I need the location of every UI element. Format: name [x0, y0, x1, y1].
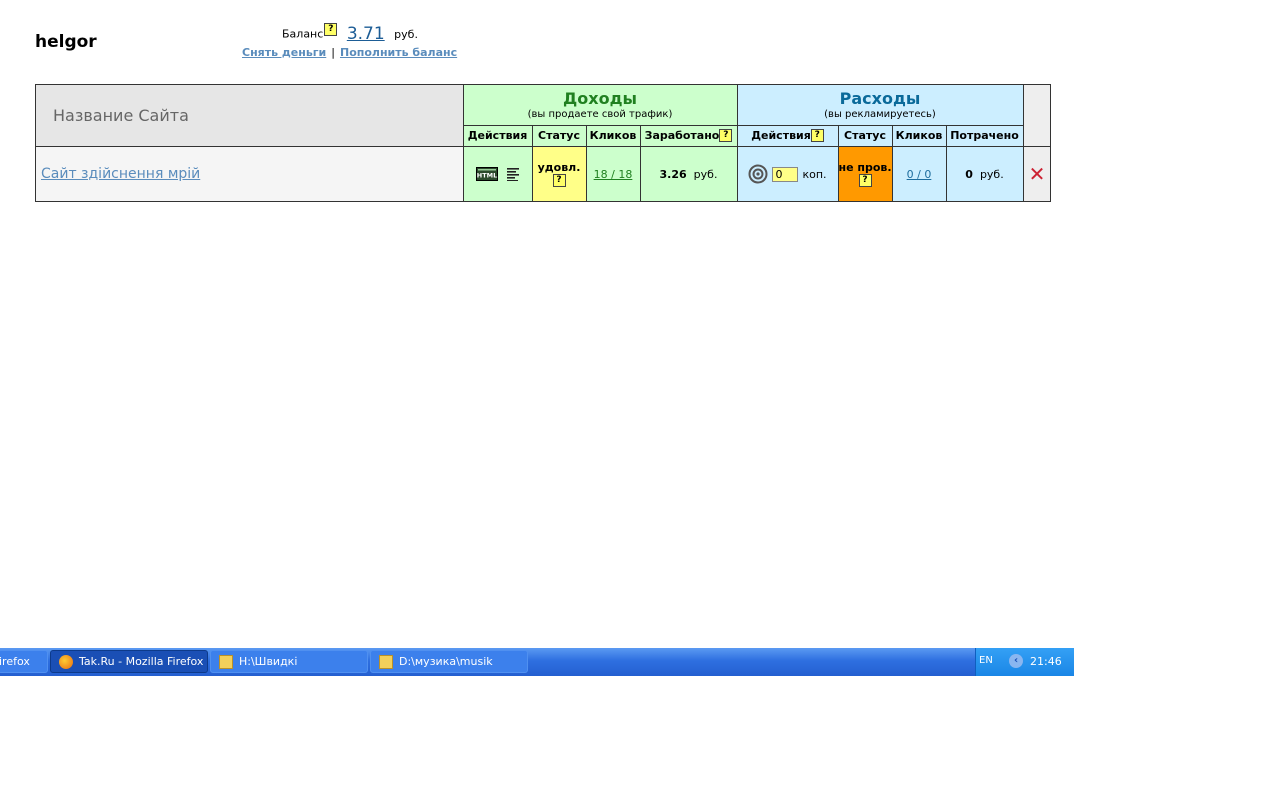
col-border — [892, 125, 893, 202]
firefox-icon — [59, 654, 73, 669]
income-title: Доходы — [563, 88, 637, 108]
name-col-border — [463, 84, 464, 202]
expense-actions-header: Действия? — [737, 125, 838, 146]
income-status-text: удовл. — [537, 161, 581, 174]
earned-header: Заработано? — [640, 125, 737, 146]
expense-title: Расходы — [839, 88, 921, 108]
site-link[interactable]: Сайт здійснення мрій — [41, 166, 200, 182]
earned-currency: руб. — [693, 167, 718, 181]
link-separator: | — [331, 46, 335, 59]
withdraw-link[interactable]: Снять деньги — [242, 46, 326, 59]
table-border-right — [1050, 84, 1051, 202]
clock: 21:46 — [1030, 655, 1062, 668]
expense-clicks-cell: 0 / 0 — [892, 146, 946, 202]
username: helgor — [35, 32, 97, 52]
table-border-top — [35, 84, 1051, 85]
cpc-input[interactable] — [772, 166, 799, 182]
income-clicks-header: Кликов — [586, 125, 640, 146]
balance-currency: руб. — [394, 27, 418, 41]
delete-icon[interactable]: ✕ — [1029, 164, 1046, 184]
income-status-cell: удовл. ? — [532, 146, 586, 202]
site-name-cell: Сайт здійснення мрій — [35, 146, 463, 202]
expense-actions-help-icon[interactable]: ? — [810, 129, 824, 142]
expense-clicks-header: Кликов — [892, 125, 946, 146]
taskbar: irefox Tak.Ru - Mozilla Firefox H:\Швидк… — [0, 648, 1074, 676]
table-border-bottom — [35, 201, 1051, 202]
col-border — [532, 125, 533, 202]
balance-row: Баланс? 3.71 руб. — [282, 22, 418, 44]
income-actions-cell: HTML — [463, 146, 532, 202]
text-code-icon[interactable] — [507, 167, 519, 181]
income-header: Доходы (вы продаете свой трафик) — [463, 84, 737, 125]
html-code-icon[interactable]: HTML — [476, 167, 498, 181]
folder-icon — [219, 654, 233, 669]
spent-currency: руб. — [979, 167, 1004, 181]
taskbar-button-firefox-window[interactable]: irefox — [0, 650, 48, 673]
topup-link[interactable]: Пополнить баланс — [340, 46, 457, 59]
target-icon[interactable] — [748, 164, 768, 184]
col-border — [640, 125, 641, 202]
balance-label: Баланс — [282, 27, 324, 41]
income-status-help-icon[interactable]: ? — [552, 174, 566, 187]
expense-status-header: Статус — [838, 125, 892, 146]
income-status-header: Статус — [532, 125, 586, 146]
cpc-unit: коп. — [802, 167, 827, 181]
col-border — [838, 125, 839, 202]
col-border — [946, 125, 947, 202]
subheader-border — [463, 125, 1023, 126]
balance-links: Снять деньги | Пополнить баланс — [242, 46, 457, 59]
expense-subtitle: (вы рекламируетесь) — [824, 108, 936, 120]
taskbar-label: D:\музика\musik — [399, 655, 493, 668]
expense-header: Расходы (вы рекламируетесь) — [737, 84, 1023, 125]
expense-clicks-link[interactable]: 0 / 0 — [907, 168, 932, 181]
expense-actions-label: Действия — [751, 129, 811, 142]
earned-help-icon[interactable]: ? — [719, 129, 733, 142]
taskbar-label: irefox — [0, 655, 30, 668]
blank-subheader — [1023, 125, 1051, 146]
balance-help-icon[interactable]: ? — [324, 22, 338, 36]
svg-text:HTML: HTML — [477, 172, 497, 180]
language-indicator[interactable]: EN — [979, 655, 993, 666]
delete-col-border — [1023, 84, 1024, 202]
income-subtitle: (вы продаете свой трафик) — [527, 108, 673, 120]
taskbar-label: H:\Швидкі — [239, 655, 298, 668]
tray-expand-icon[interactable]: ‹ — [1009, 654, 1023, 668]
expense-actions-cell: коп. — [737, 146, 838, 202]
delete-cell: ✕ — [1023, 146, 1051, 202]
income-actions-header: Действия — [463, 125, 532, 146]
group-divider — [737, 84, 738, 202]
spent-header: Потрачено — [946, 125, 1023, 146]
expense-status-text: не пров. — [838, 161, 892, 174]
income-clicks-cell: 18 / 18 — [586, 146, 640, 202]
table-border-left — [35, 84, 36, 202]
earned-header-label: Заработано — [644, 129, 720, 142]
spent-cell: 0 руб. — [946, 146, 1023, 202]
taskbar-label: Tak.Ru - Mozilla Firefox — [79, 655, 204, 668]
taskbar-button-muzyka[interactable]: D:\музика\musik — [370, 650, 528, 673]
expense-status-cell: не пров. ? — [838, 146, 892, 202]
spent-amount: 0 — [965, 167, 973, 181]
earned-cell: 3.26 руб. — [640, 146, 737, 202]
taskbar-button-takru[interactable]: Tak.Ru - Mozilla Firefox — [50, 650, 208, 673]
income-clicks-link[interactable]: 18 / 18 — [594, 168, 633, 181]
expense-status-help-icon[interactable]: ? — [858, 174, 872, 187]
earned-amount: 3.26 — [659, 167, 687, 181]
balance-amount-link[interactable]: 3.71 — [347, 24, 385, 44]
folder-icon — [379, 654, 393, 669]
taskbar-button-shvydki[interactable]: H:\Швидкі — [210, 650, 368, 673]
site-name-header: Название Сайта — [35, 84, 463, 146]
system-tray: EN ‹ 21:46 — [975, 648, 1074, 676]
header-bottom-border — [35, 146, 1051, 147]
col-border — [586, 125, 587, 202]
sites-table: Название Сайта Доходы (вы продаете свой … — [35, 84, 1051, 202]
